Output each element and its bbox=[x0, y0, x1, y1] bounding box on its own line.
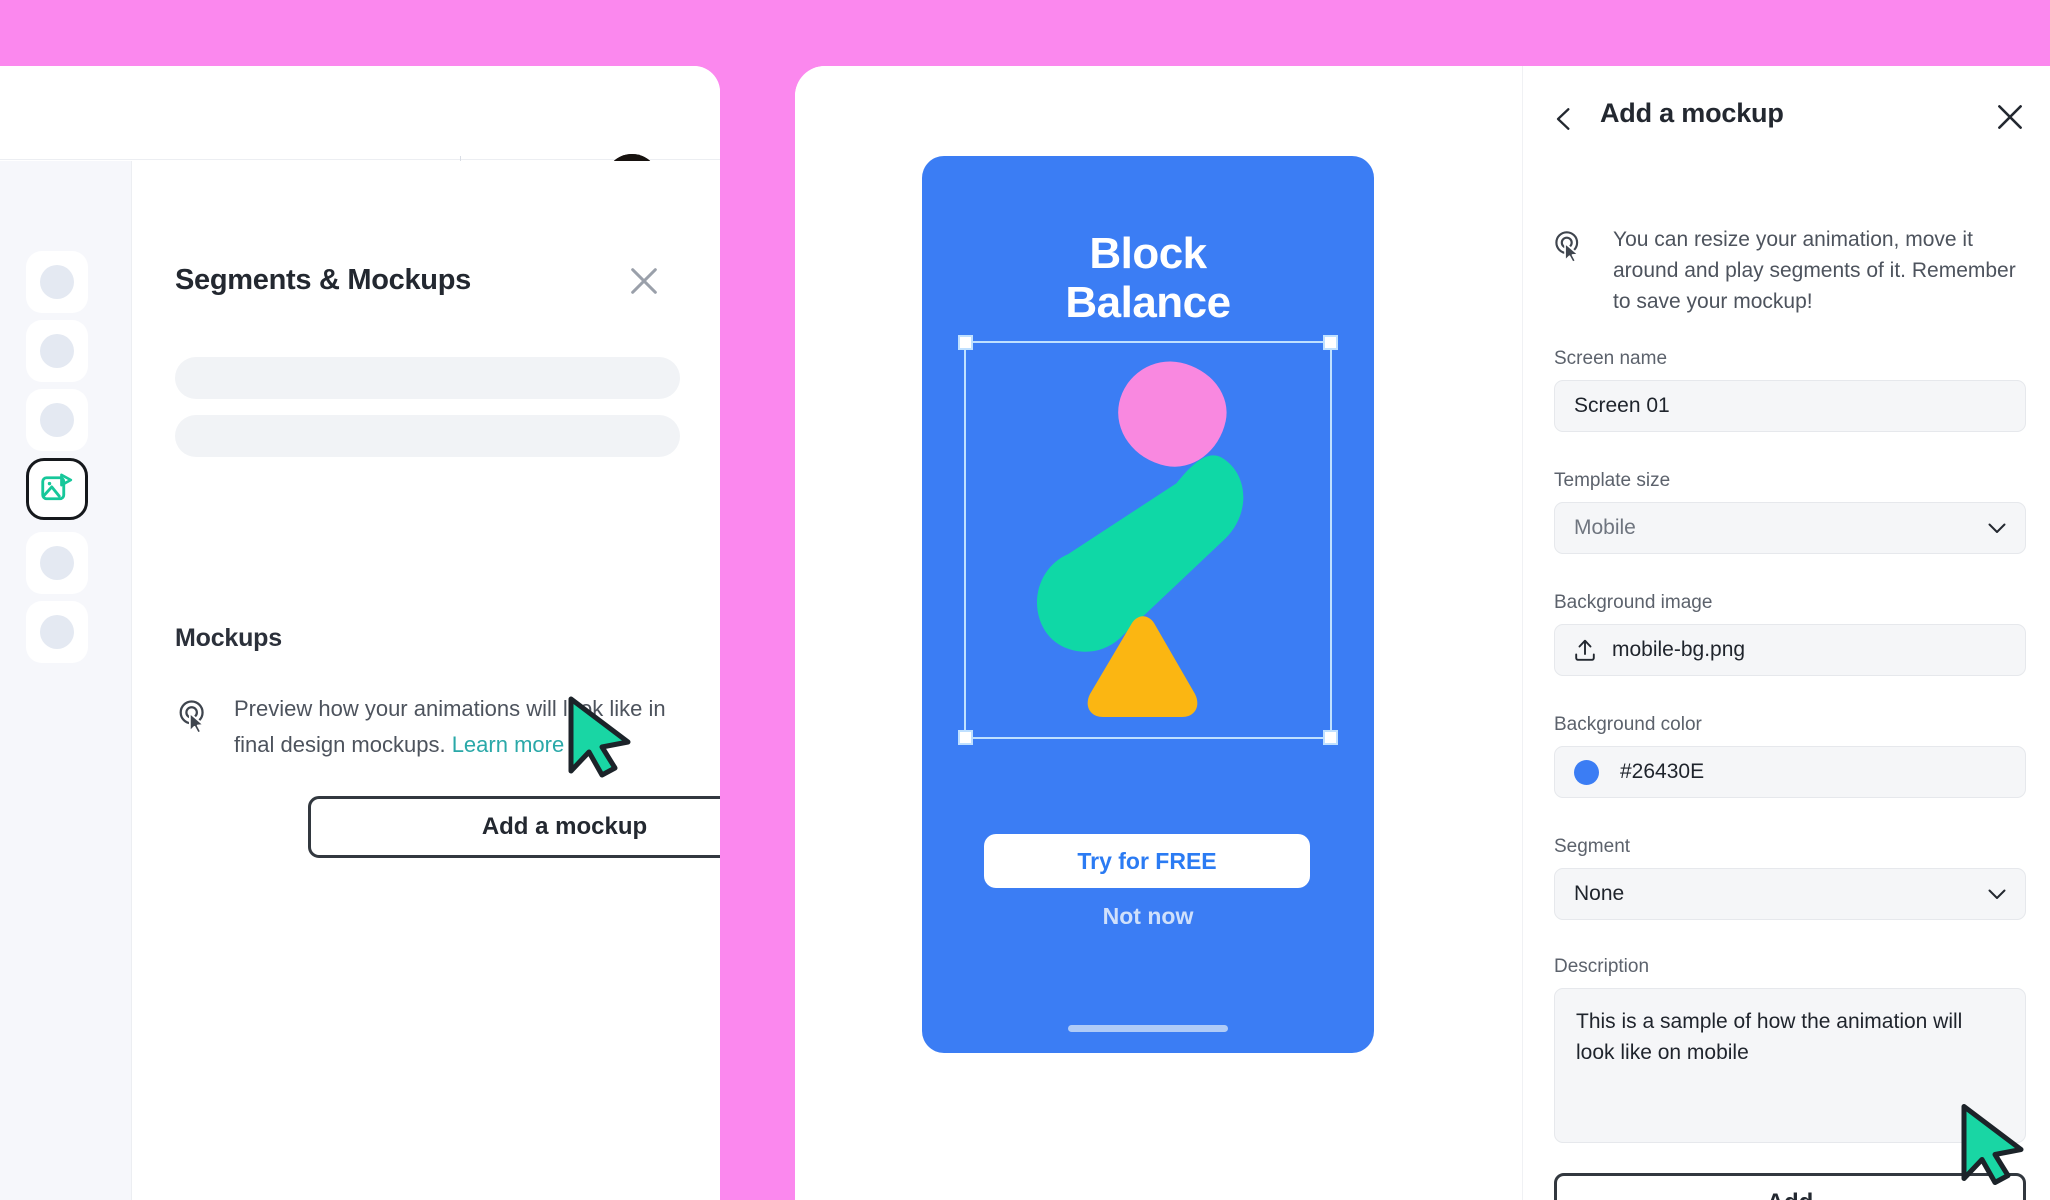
color-swatch[interactable] bbox=[1574, 759, 1599, 785]
segments-mockups-panel: Segments & Mockups Mockups Preview how y… bbox=[132, 161, 720, 1200]
section-heading: Mockups bbox=[175, 624, 282, 652]
template-size-select[interactable]: Mobile bbox=[1554, 502, 2026, 554]
rail-item-mockups[interactable] bbox=[26, 458, 88, 520]
inspector-hint-text: You can resize your animation, move it a… bbox=[1613, 228, 2016, 313]
resize-handle-bottom-left[interactable] bbox=[958, 730, 973, 745]
segment-select[interactable]: None bbox=[1554, 868, 2026, 920]
icon-rail bbox=[0, 161, 132, 1200]
preview-canvas: Block Balance Try for FREE Not now bbox=[795, 66, 2050, 1200]
segment-label: Segment bbox=[1554, 836, 1631, 857]
phone-mockup: Block Balance Try for FREE Not now bbox=[922, 156, 1374, 1053]
close-icon[interactable] bbox=[1995, 102, 2025, 132]
main-app-window: Block Balance Try for FREE Not now Add a… bbox=[795, 66, 2050, 1200]
close-icon[interactable] bbox=[627, 264, 661, 298]
resize-handle-top-left[interactable] bbox=[958, 335, 973, 350]
try-for-free-button[interactable]: Try for FREE bbox=[984, 834, 1310, 888]
click-pointer-icon bbox=[179, 700, 205, 735]
hint-body: Preview how your animations will look li… bbox=[234, 696, 666, 757]
upload-icon bbox=[1575, 639, 1595, 661]
screen-name-label: Screen name bbox=[1554, 348, 1668, 369]
screen-name-input[interactable]: Screen 01 bbox=[1554, 380, 2026, 432]
background-color-value: #26430E bbox=[1620, 760, 1705, 783]
top-navigation-bar bbox=[0, 66, 720, 214]
selection-bounding-box[interactable] bbox=[958, 335, 1338, 745]
resize-handle-top-right[interactable] bbox=[1323, 335, 1338, 350]
resize-handle-bottom-right[interactable] bbox=[1323, 730, 1338, 745]
inspector-title: Add a mockup bbox=[1600, 98, 1784, 128]
placeholder-row-2 bbox=[175, 415, 680, 457]
not-now-link[interactable]: Not now bbox=[922, 903, 1374, 930]
rail-item-1[interactable] bbox=[26, 251, 88, 313]
click-pointer-icon bbox=[1555, 231, 1580, 264]
panel-title: Segments & Mockups bbox=[175, 264, 471, 296]
description-label: Description bbox=[1554, 956, 1650, 977]
background-color-input[interactable]: #26430E bbox=[1554, 746, 2026, 798]
image-play-icon bbox=[41, 473, 73, 501]
rail-item-3[interactable] bbox=[26, 389, 88, 451]
rail-item-5[interactable] bbox=[26, 532, 88, 594]
chevron-down-icon bbox=[1988, 523, 2006, 533]
background-image-label: Background image bbox=[1554, 592, 1713, 613]
rail-item-6[interactable] bbox=[26, 601, 88, 663]
back-icon[interactable] bbox=[1551, 106, 1577, 132]
home-indicator bbox=[1068, 1025, 1228, 1032]
rail-item-2[interactable] bbox=[26, 320, 88, 382]
background-color-label: Background color bbox=[1554, 714, 1702, 735]
phone-title: Block Balance bbox=[922, 229, 1374, 327]
placeholder-row-1 bbox=[175, 357, 680, 399]
background-image-filename: mobile-bg.png bbox=[1612, 638, 1746, 661]
template-size-value: Mobile bbox=[1574, 516, 1636, 539]
phone-title-line2: Balance bbox=[1065, 278, 1231, 327]
learn-more-link[interactable]: Learn more bbox=[452, 732, 565, 757]
template-size-label: Template size bbox=[1554, 470, 1671, 491]
chevron-down-icon bbox=[1988, 889, 2006, 899]
add-mockup-inspector: Add a mockup You can resize your animati… bbox=[1522, 66, 2050, 1200]
mockups-hint-text: Preview how your animations will look li… bbox=[234, 691, 684, 763]
screen-root: Segments & Mockups Mockups Preview how y… bbox=[0, 0, 2050, 1200]
add-a-mockup-button[interactable]: Add a mockup bbox=[308, 796, 720, 858]
description-textarea[interactable]: This is a sample of how the animation wi… bbox=[1554, 988, 2026, 1143]
phone-title-line1: Block bbox=[1089, 229, 1207, 278]
add-button[interactable]: Add bbox=[1554, 1173, 2026, 1200]
segment-value: None bbox=[1574, 882, 1625, 905]
left-app-window: Segments & Mockups Mockups Preview how y… bbox=[0, 66, 720, 1200]
background-image-upload[interactable]: mobile-bg.png bbox=[1554, 624, 2026, 676]
